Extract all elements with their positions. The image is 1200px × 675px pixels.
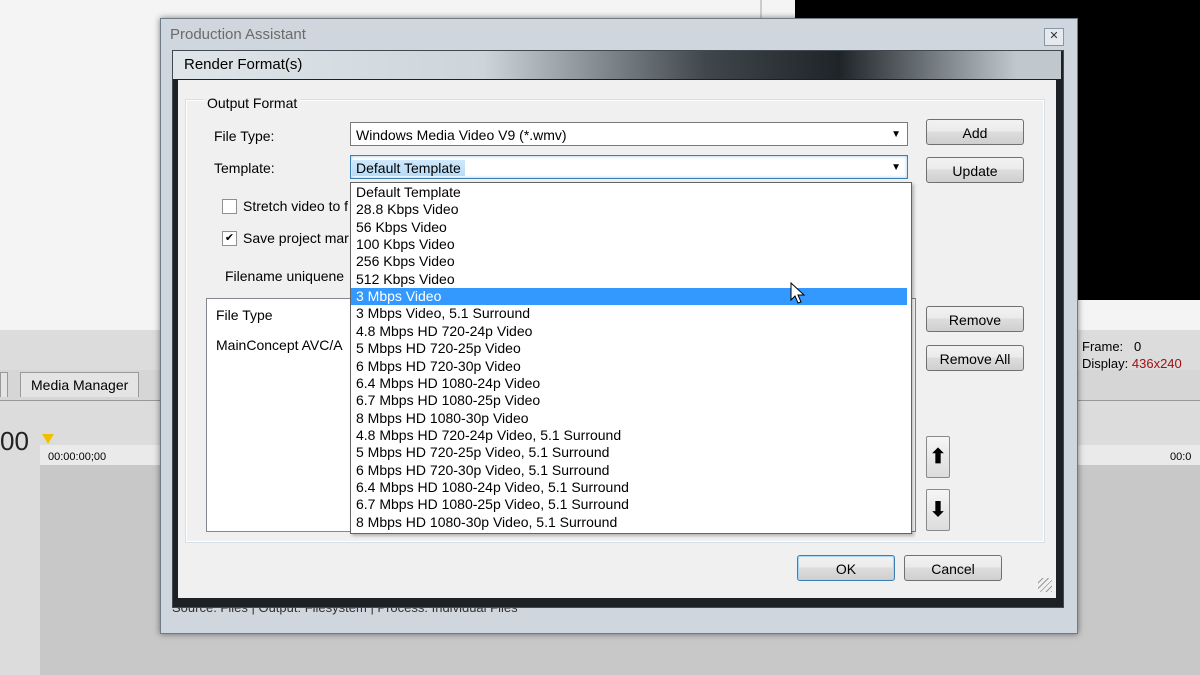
template-option[interactable]: 8 Mbps HD 1080-30p Video (351, 410, 907, 427)
list-item[interactable]: MainConcept AVC/A (216, 337, 343, 353)
move-up-icon[interactable]: ⬆ (926, 436, 950, 478)
template-option[interactable]: 5 Mbps HD 720-25p Video (351, 340, 907, 357)
save-markers-label: Save project mar (243, 230, 349, 246)
output-format-label: Output Format (204, 95, 301, 111)
preview-frame-info: Frame: 0 Display: 436x240 (1082, 338, 1182, 372)
timecode-display: 00 (0, 426, 29, 456)
filename-uniqueness-label: Filename uniquene (225, 268, 345, 284)
ok-button[interactable]: OK (797, 555, 895, 581)
playhead-marker[interactable] (42, 434, 54, 444)
template-option[interactable]: 8 Mbps HD 1080-30p Video, 5.1 Surround (351, 514, 907, 531)
production-assistant-title: Production Assistant (170, 26, 306, 43)
template-option[interactable]: 4.8 Mbps HD 720-24p Video (351, 323, 907, 340)
template-option[interactable]: 6.4 Mbps HD 1080-24p Video, 5.1 Surround (351, 479, 907, 496)
display-label: Display: (1082, 356, 1129, 371)
render-format-titlebar[interactable] (173, 51, 1061, 79)
ruler-start-time: 00:00:00;00 (48, 451, 107, 463)
file-type-value: Windows Media Video V9 (*.wmv) (356, 127, 567, 143)
template-option[interactable]: 3 Mbps Video, 5.1 Surround (351, 305, 907, 322)
move-down-icon[interactable]: ⬇ (926, 489, 950, 531)
tab-previous[interactable] (0, 372, 8, 397)
file-type-select[interactable]: Windows Media Video V9 (*.wmv) ▼ (350, 122, 908, 146)
template-option[interactable]: 28.8 Kbps Video (351, 201, 907, 218)
mouse-cursor-icon (790, 282, 806, 304)
stretch-video-label: Stretch video to f (243, 198, 349, 214)
frame-label: Frame: (1082, 339, 1124, 354)
close-icon[interactable]: ✕ (1044, 28, 1064, 46)
frame-value: 0 (1134, 339, 1142, 354)
update-button[interactable]: Update (926, 157, 1024, 183)
divider (760, 0, 762, 20)
resize-grip-icon[interactable] (1038, 578, 1052, 592)
template-option[interactable]: 4.8 Mbps HD 720-24p Video, 5.1 Surround (351, 427, 907, 444)
template-option[interactable]: 6.7 Mbps HD 1080-25p Video, 5.1 Surround (351, 496, 907, 513)
template-select[interactable]: Default Template ▼ (350, 155, 908, 179)
template-option[interactable]: 6 Mbps HD 720-30p Video (351, 358, 907, 375)
template-option[interactable]: 6.7 Mbps HD 1080-25p Video (351, 392, 907, 409)
template-option[interactable]: 3 Mbps Video (351, 288, 907, 306)
chevron-down-icon: ▼ (891, 129, 901, 140)
template-option[interactable]: 56 Kbps Video (351, 219, 907, 236)
template-dropdown-list[interactable]: Default Template 28.8 Kbps Video 56 Kbps V… (350, 182, 912, 534)
template-option[interactable]: 5 Mbps HD 720-25p Video, 5.1 Surround (351, 444, 907, 461)
cancel-button[interactable]: Cancel (904, 555, 1002, 581)
template-option[interactable]: 256 Kbps Video (351, 253, 907, 270)
add-button[interactable]: Add (926, 119, 1024, 145)
render-format-title: Render Format(s) (184, 56, 303, 73)
display-value: 436x240 (1131, 356, 1182, 371)
save-markers-checkbox[interactable]: ✔ (222, 231, 237, 246)
template-option[interactable]: Default Template (351, 184, 907, 201)
remove-all-button[interactable]: Remove All (926, 345, 1024, 371)
tab-media-manager[interactable]: Media Manager (20, 372, 140, 397)
template-label: Template: (214, 160, 275, 176)
template-option[interactable]: 100 Kbps Video (351, 236, 907, 253)
file-type-label: File Type: (214, 128, 275, 144)
template-option[interactable]: 6 Mbps HD 720-30p Video, 5.1 Surround (351, 462, 907, 479)
chevron-down-icon: ▼ (891, 162, 901, 173)
template-value: Default Template (352, 160, 465, 176)
template-option[interactable]: 512 Kbps Video (351, 271, 907, 288)
remove-button[interactable]: Remove (926, 306, 1024, 332)
stretch-video-checkbox[interactable] (222, 199, 237, 214)
ruler-end-time: 00:0 (1170, 451, 1192, 463)
list-column-header[interactable]: File Type (216, 307, 273, 323)
template-option[interactable]: 6.4 Mbps HD 1080-24p Video (351, 375, 907, 392)
